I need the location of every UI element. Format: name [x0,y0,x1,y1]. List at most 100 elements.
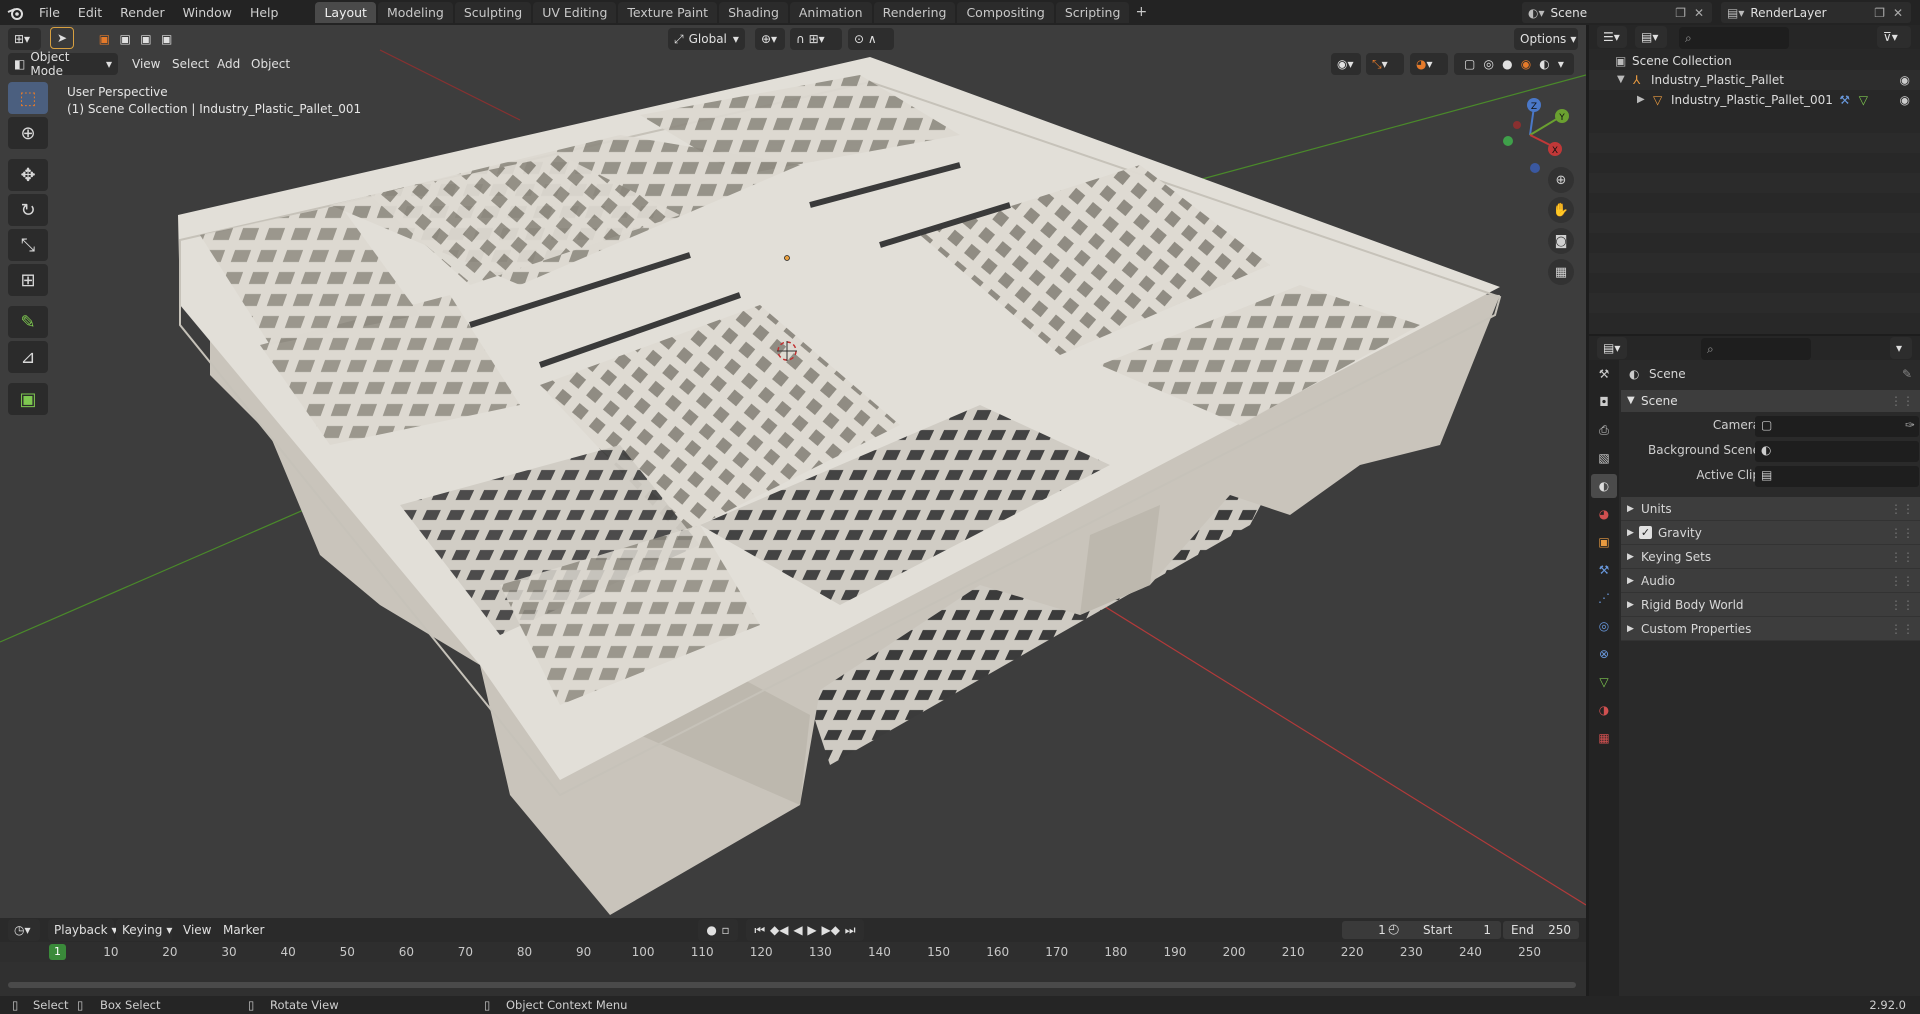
menu-select[interactable]: Select [172,53,209,75]
output-tab-icon[interactable]: ⎙ [1591,418,1617,442]
xray-icon[interactable]: ▢ [1464,57,1475,71]
auto-key-icon[interactable]: ▫ [722,923,730,937]
texture-tab-icon[interactable]: ▦ [1591,726,1617,750]
jump-start-icon[interactable]: ⏮ [754,923,765,938]
eye-icon[interactable]: ◉ [1900,90,1910,110]
new-view-layer-icon[interactable]: ❐ [1874,6,1885,20]
add-cube-tool[interactable]: ▣ [8,383,48,415]
keying-sets-panel-header[interactable]: ▶ Keying Sets ⋮⋮ [1621,545,1920,569]
tab-scripting[interactable]: Scripting [1055,2,1130,23]
selection-mode-group[interactable]: ▣ ▣ ▣ ▣ [88,28,183,50]
active-clip-field[interactable]: ▤ [1755,466,1919,487]
menu-file[interactable]: File [30,0,69,25]
options-dropdown[interactable]: ▾ [1890,337,1912,359]
gravity-checkbox[interactable]: ✓ [1639,526,1652,539]
menu-window[interactable]: Window [174,0,241,25]
solid-shading-icon[interactable]: ● [1502,57,1512,71]
tab-compositing[interactable]: Compositing [957,2,1054,23]
select-new-icon[interactable]: ▣ [99,32,110,46]
start-frame-field[interactable]: Start 1 [1411,921,1501,939]
tool-tab-icon[interactable]: ⚒ [1591,362,1617,386]
tab-animation[interactable]: Animation [789,2,872,23]
render-tab-icon[interactable]: ◘ [1591,390,1617,414]
options-button[interactable]: Options ▾ [1514,28,1578,50]
navigation-gizmo[interactable]: Z Y X [1490,87,1570,179]
scale-tool[interactable]: ⤡ [8,229,48,261]
tab-texture-paint[interactable]: Texture Paint [618,2,718,23]
new-scene-icon[interactable]: ❐ [1675,6,1686,20]
background-scene-field[interactable]: ◐ [1755,441,1919,462]
play-icon[interactable]: ▶ [807,923,816,937]
select-invert-icon[interactable]: ▣ [161,32,172,46]
select-subtract-icon[interactable]: ▣ [140,32,151,46]
outliner-row-pallet[interactable]: ▼ ⅄ Industry_Plastic_Pallet ◉ [1589,70,1920,90]
drag-handle-icon[interactable]: ⋮⋮ [1890,497,1914,521]
audio-panel-header[interactable]: ▶ Audio ⋮⋮ [1621,569,1920,593]
editor-type-button[interactable]: ◷▾ [8,919,40,941]
prev-keyframe-icon[interactable]: ◆◀ [770,923,788,937]
end-frame-field[interactable]: End 250 [1503,921,1579,939]
pan-hand-icon[interactable]: ✋ [1548,197,1574,223]
jump-end-icon[interactable]: ⏭ [845,923,856,938]
drag-handle-icon[interactable]: ⋮⋮ [1890,390,1914,412]
measure-tool[interactable]: ⊿ [8,341,48,373]
camera-field[interactable]: ▢ ✑ [1755,416,1919,437]
record-icon[interactable]: ● [706,923,716,937]
mode-dropdown[interactable]: ◧ Object Mode ▾ [8,50,118,78]
world-tab-icon[interactable]: ◕ [1591,502,1617,526]
tab-rendering[interactable]: Rendering [873,2,956,23]
menu-add[interactable]: Add [217,53,240,75]
zoom-icon[interactable]: ⊕ [1548,167,1574,193]
overlays-toggle[interactable]: ◕ ▾ [1410,53,1448,75]
view-layer-tab-icon[interactable]: ▧ [1591,446,1617,470]
rotate-tool[interactable]: ↻ [8,194,48,226]
camera-icon[interactable]: ◙ [1548,228,1574,254]
record-group[interactable]: ● ▫ [698,919,738,941]
material-tab-icon[interactable]: ◑ [1591,698,1617,722]
drag-handle-icon[interactable]: ⋮⋮ [1890,521,1914,545]
menu-object[interactable]: Object [251,53,290,75]
menu-view[interactable]: View [132,53,160,75]
menu-view[interactable]: View [183,919,211,941]
playback-controls[interactable]: ⏮ ◆◀ ◀ ▶ ▶◆ ⏭ [746,919,864,941]
data-tab-icon[interactable]: ▽ [1591,670,1617,694]
current-frame-marker[interactable]: 1 [49,944,66,960]
particles-tab-icon[interactable]: ⋰ [1591,586,1617,610]
visibility-button[interactable]: ◉▾ [1331,53,1361,75]
next-keyframe-icon[interactable]: ▶◆ [821,923,839,937]
constraints-tab-icon[interactable]: ⊗ [1591,642,1617,666]
timeline-scrollbar[interactable] [8,982,1576,988]
eyedropper-icon[interactable]: ✑ [1905,418,1915,432]
current-frame-field[interactable]: 1 [1342,921,1422,939]
grid-perspective-icon[interactable]: ▦ [1548,259,1574,285]
snapping-button[interactable]: ∩ ⊞▾ [790,28,842,50]
playback-menu[interactable]: Playback ▾ [48,919,118,941]
tab-layout[interactable]: Layout [315,2,376,23]
modifier-wrench-icon[interactable]: ⚒ [1839,90,1850,110]
menu-edit[interactable]: Edit [69,0,111,25]
pivot-point-button[interactable]: ⊕▾ [755,28,785,50]
preview-range-icon[interactable]: ◴ [1388,922,1399,937]
annotate-tool[interactable]: ✎ [8,306,48,338]
object-tab-icon[interactable]: ▣ [1591,530,1617,554]
drag-handle-icon[interactable]: ⋮⋮ [1890,593,1914,617]
close-icon[interactable]: ✕ [1893,6,1903,20]
rendered-shading-icon[interactable]: ◐ [1539,57,1549,71]
filter-button[interactable]: ⊽▾ [1877,26,1911,48]
transform-tool[interactable]: ⊞ [8,264,48,296]
drag-handle-icon[interactable]: ⋮⋮ [1890,617,1914,641]
tab-modeling[interactable]: Modeling [377,2,453,23]
add-workspace-button[interactable]: + [1131,2,1151,23]
shading-group[interactable]: ▢ ◎ ● ◉ ◐ ▾ [1454,53,1574,75]
editor-type-button[interactable]: ⊞▾ [8,28,41,50]
gizmo-toggle[interactable]: ⤡ ▾ [1366,53,1404,75]
move-tool[interactable]: ✥ [8,159,48,191]
rigid-body-world-panel-header[interactable]: ▶ Rigid Body World ⋮⋮ [1621,593,1920,617]
keying-menu[interactable]: Keying ▾ [116,919,172,941]
search-input[interactable]: ⌕ [1701,338,1811,360]
menu-render[interactable]: Render [111,0,174,25]
tab-sculpting[interactable]: Sculpting [454,2,532,23]
close-icon[interactable]: ✕ [1694,6,1704,20]
search-input[interactable]: ⌕ [1679,27,1789,49]
physics-tab-icon[interactable]: ◎ [1591,614,1617,638]
